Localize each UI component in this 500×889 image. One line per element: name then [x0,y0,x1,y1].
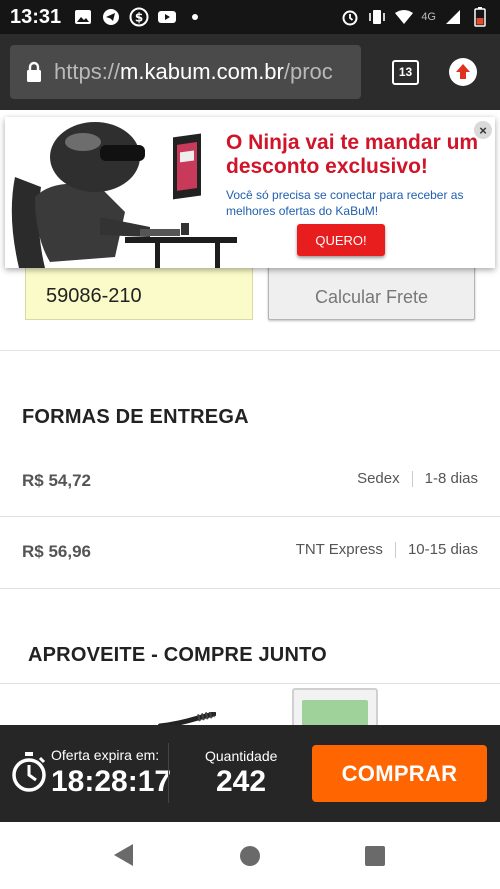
browser-toolbar: https://m.kabum.com.br/proc 13 [0,34,500,110]
image-icon [73,7,93,27]
shipping-carrier: TNT Express [295,541,383,558]
signal-icon [443,7,463,27]
ninja-illustration [5,117,237,268]
dollar-icon: $ [129,7,149,27]
shipping-price: R$ 56,96 [22,542,91,561]
divider [0,350,500,351]
divider [0,683,500,684]
svg-text:$: $ [135,11,143,25]
cep-row: 59086-210 Calcular Frete [25,262,475,320]
status-time: 13:31 [10,5,62,28]
delivery-section-title: FORMAS DE ENTREGA [22,406,249,428]
shipping-price: R$ 54,72 [22,471,91,490]
divider [0,588,500,589]
offer-countdown: 18:28:17 [51,765,172,798]
navigation-bar [0,822,500,889]
back-icon[interactable] [114,844,133,866]
url-scheme: https:// [54,59,121,84]
quantity-label: Quantidade [205,748,278,764]
shipping-option[interactable]: TNT Express 10-15 dias [296,541,478,558]
hard-drive-product-image[interactable] [292,688,378,725]
offer-expires-label: Oferta expira em: [51,747,160,763]
url-domain: m.kabum.com.br [120,59,284,84]
wifi-icon [394,7,414,27]
shipping-eta: 10-15 dias [407,541,478,558]
youtube-icon [157,7,177,27]
hard-drive-label [302,700,368,725]
shipping-option[interactable]: Sedex 1-8 dias [357,470,478,487]
quantity-value: 242 [215,765,267,798]
promo-popup: O Ninja vai te mandar um desconto exclus… [5,117,495,268]
shipping-eta: 1-8 dias [424,470,478,487]
tab-switcher-button[interactable]: 13 [392,59,419,85]
alarm-icon [340,7,360,27]
divider [0,516,500,517]
vibrate-icon [367,7,387,27]
purchase-bar: Oferta expira em: 18:28:17 Quantidade 24… [0,725,500,822]
system-icons: 4G [340,7,490,27]
status-bar: 13:31 $ 4G [0,0,500,34]
notification-icons: $ [73,7,205,27]
popup-headline: O Ninja vai te mandar um desconto exclus… [226,131,479,178]
home-icon[interactable] [240,846,260,866]
calculate-shipping-button[interactable]: Calcular Frete [268,262,475,320]
dot-icon [185,7,205,27]
address-bar[interactable]: https://m.kabum.com.br/proc [10,45,361,99]
separator [394,541,396,558]
telegram-icon [101,7,121,27]
battery-icon [470,7,490,27]
close-icon[interactable]: × [474,121,492,139]
shipping-carrier: Sedex [357,470,400,487]
network-type: 4G [421,11,436,23]
popup-body: Você só precisa se conectar para receber… [226,188,464,218]
tab-count: 13 [398,65,413,79]
url-path: /proc [283,59,333,84]
url-text: https://m.kabum.com.br/proc [54,59,333,85]
popup-cta-button[interactable]: QUERO! [297,224,385,256]
cep-input[interactable]: 59086-210 [25,262,253,320]
lock-icon [26,61,42,83]
buy-button[interactable]: COMPRAR [312,745,487,802]
buy-together-title: APROVEITE - COMPRE JUNTO [28,644,327,666]
update-arrow-icon[interactable] [449,58,477,86]
stopwatch-icon [12,752,46,792]
cable-product-image[interactable] [158,712,216,725]
divider [168,743,169,803]
separator [411,470,413,487]
recents-icon[interactable] [365,846,385,866]
